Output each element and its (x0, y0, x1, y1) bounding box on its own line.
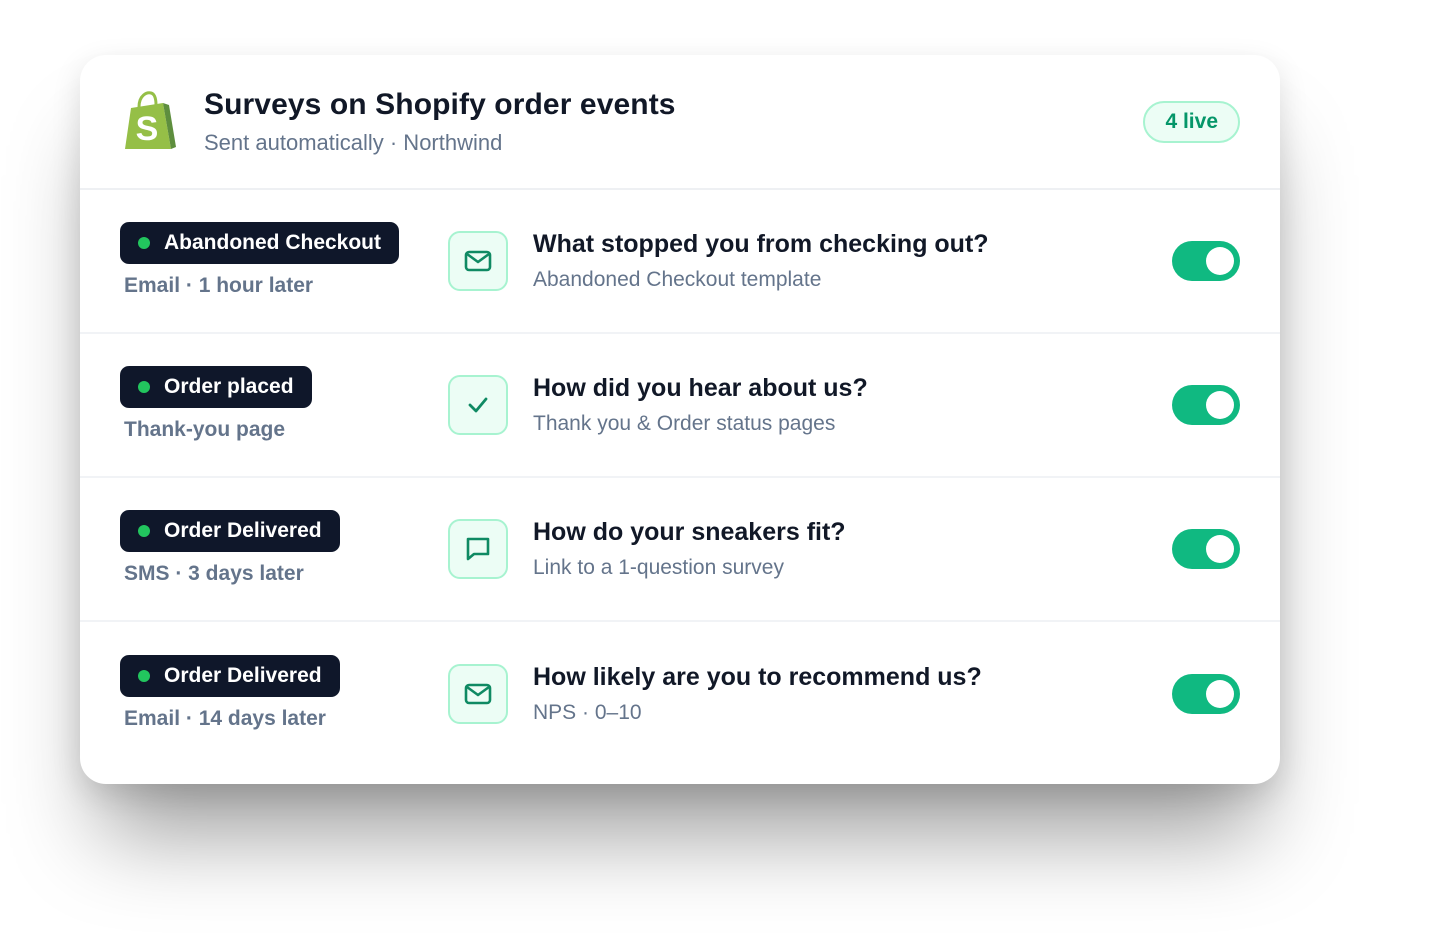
enable-toggle[interactable] (1172, 674, 1240, 714)
question-title: How did you hear about us? (533, 374, 868, 402)
survey-question: How did you hear about us? Thank you & O… (533, 372, 1172, 438)
status-dot (138, 381, 150, 393)
question-detail: Link to a 1-question survey (533, 556, 784, 579)
event-pill: Order Delivered (120, 655, 340, 697)
status-dot (138, 670, 150, 682)
chat-bubble-icon (448, 519, 508, 579)
survey-row: Abandoned Checkout Email · 1 hour later … (80, 190, 1280, 334)
timing-label: Email · 1 hour later (124, 274, 314, 297)
header-text: Surveys on Shopify order events Sent aut… (204, 87, 1143, 157)
toggle-knob (1206, 680, 1234, 708)
toggle-knob (1206, 247, 1234, 275)
event-pill: Order Delivered (120, 510, 340, 552)
event-pill: Order placed (120, 366, 312, 408)
enable-toggle[interactable] (1172, 385, 1240, 425)
survey-row: Order Delivered SMS · 3 days later How d… (80, 478, 1280, 622)
toggle-knob (1206, 535, 1234, 563)
event-label: Order Delivered (164, 664, 322, 687)
shopify-logo-letter: S (136, 110, 159, 148)
status-dot (138, 237, 150, 249)
question-detail: Abandoned Checkout template (533, 268, 822, 291)
page-title: Surveys on Shopify order events (204, 87, 676, 121)
timing-label: SMS · 3 days later (124, 562, 304, 585)
event-label: Abandoned Checkout (164, 231, 382, 254)
question-detail: NPS · 0–10 (533, 701, 642, 724)
trigger-info: Abandoned Checkout Email · 1 hour later (120, 222, 448, 300)
page-subtitle: Sent automatically · Northwind (204, 129, 503, 155)
shopify-bag-icon: S (125, 90, 176, 149)
mail-icon (448, 664, 508, 724)
survey-question: What stopped you from checking out? Aban… (533, 228, 1172, 294)
trigger-info: Order placed Thank-you page (120, 366, 448, 444)
question-title: How do your sneakers fit? (533, 518, 846, 546)
surveys-card: S Surveys on Shopify order events Sent a… (80, 55, 1280, 784)
status-dot (138, 525, 150, 537)
live-count-badge: 4 live (1143, 100, 1240, 143)
toggle-knob (1206, 391, 1234, 419)
survey-question: How likely are you to recommend us? NPS … (533, 661, 1172, 727)
survey-row: Order Delivered Email · 14 days later Ho… (80, 622, 1280, 766)
trigger-info: Order Delivered Email · 14 days later (120, 655, 448, 733)
question-title: What stopped you from checking out? (533, 230, 989, 258)
event-label: Order placed (164, 375, 294, 398)
mail-icon (448, 231, 508, 291)
card-header: S Surveys on Shopify order events Sent a… (80, 55, 1280, 190)
check-icon (448, 375, 508, 435)
trigger-info: Order Delivered SMS · 3 days later (120, 510, 448, 588)
survey-row: Order placed Thank-you page How did you … (80, 334, 1280, 478)
question-title: How likely are you to recommend us? (533, 663, 982, 691)
timing-label: Thank-you page (124, 418, 286, 441)
timing-label: Email · 14 days later (124, 707, 326, 730)
event-pill: Abandoned Checkout (120, 222, 400, 264)
enable-toggle[interactable] (1172, 529, 1240, 569)
question-detail: Thank you & Order status pages (533, 412, 836, 435)
enable-toggle[interactable] (1172, 241, 1240, 281)
survey-question: How do your sneakers fit? Link to a 1-qu… (533, 516, 1172, 582)
event-label: Order Delivered (164, 519, 322, 542)
